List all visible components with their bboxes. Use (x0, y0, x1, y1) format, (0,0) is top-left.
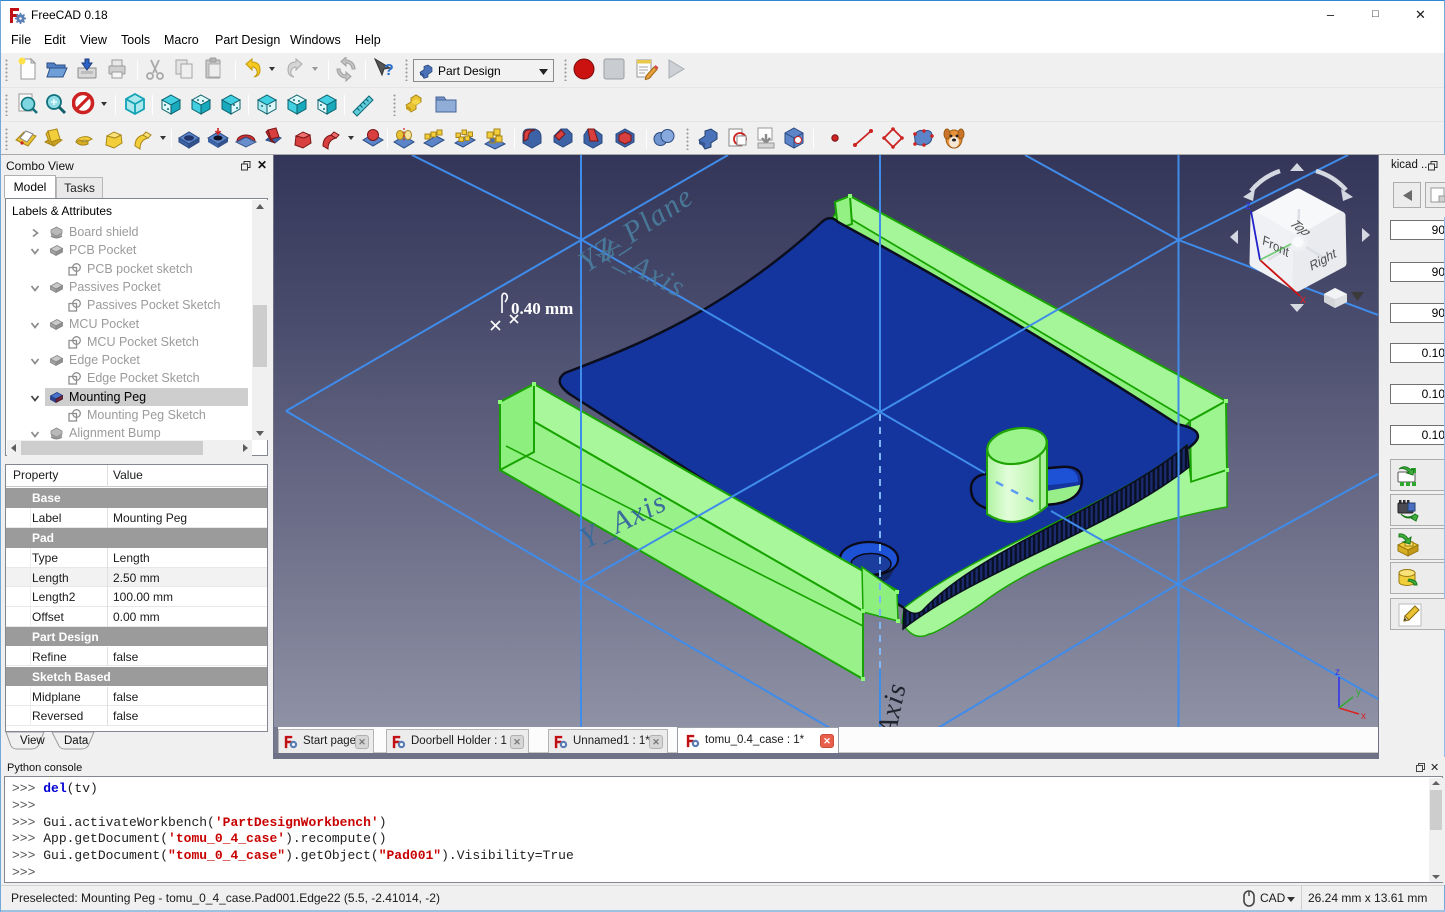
svg-text:_Axis: _Axis (868, 680, 913, 727)
svg-text:View: View (20, 735, 45, 747)
svg-text:x: x (1300, 292, 1306, 306)
svg-text:y: y (1356, 687, 1361, 698)
svg-text:x: x (1361, 711, 1366, 722)
svg-text:z: z (1335, 667, 1340, 678)
svg-text:Data: Data (64, 735, 89, 747)
svg-text:z: z (1245, 198, 1251, 212)
svg-text:0.40 mm: 0.40 mm (511, 299, 573, 318)
